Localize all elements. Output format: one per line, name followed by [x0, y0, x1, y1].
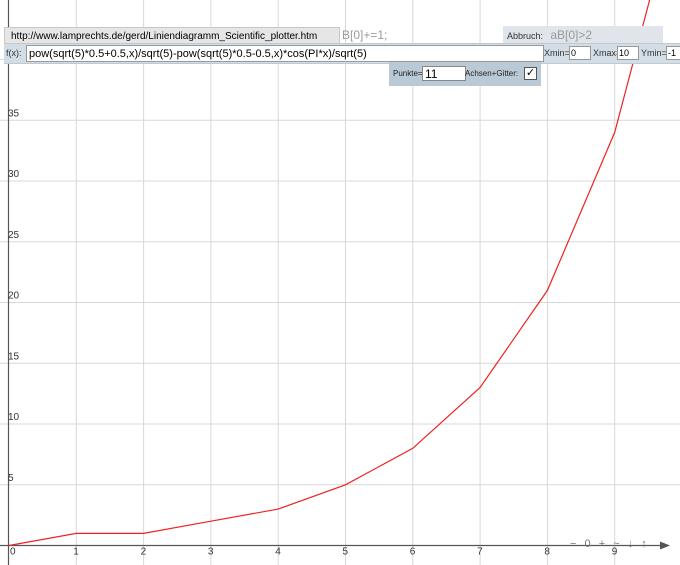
data-point	[277, 508, 279, 510]
y-tick-label: 10	[8, 412, 20, 423]
x-tick-label: 2	[141, 547, 147, 558]
data-point	[479, 387, 481, 389]
data-point	[345, 484, 347, 486]
settings-panel: Punkte= Achsen+Gitter: ✓	[389, 62, 541, 86]
series-line	[8, 0, 651, 547]
y-tick-label: 30	[8, 169, 20, 180]
data-points	[8, 0, 680, 547]
y-tick-label: 25	[8, 230, 20, 241]
abbruch-label: Abbruch:	[507, 31, 544, 41]
x-tick-label: 7	[477, 547, 483, 558]
aux-expression[interactable]: B[0]+=1;	[342, 26, 387, 44]
function-row: f(x): Xmin= Xmax= Ymin=	[4, 43, 680, 64]
zoom-tilde-button[interactable]: ~	[613, 538, 620, 550]
points-input[interactable]	[422, 66, 466, 81]
abbruch-value[interactable]: aB[0]>2	[546, 28, 592, 42]
xmin-input[interactable]	[569, 46, 591, 60]
y-tick-label: 15	[8, 351, 20, 362]
x-tick-label: 1	[73, 547, 79, 558]
zoom-in-button[interactable]: +	[599, 538, 606, 550]
data-point	[75, 532, 77, 534]
abbruch-field: Abbruch: aB[0]>2	[503, 26, 663, 44]
data-point	[143, 532, 145, 534]
axes-grid-checkbox[interactable]: ✓	[524, 67, 537, 80]
x-axis-arrow-icon	[660, 541, 670, 550]
nav-controls: − 0 + ~ ↓ ↑	[570, 538, 651, 550]
zoom-out-button[interactable]: −	[570, 538, 577, 550]
scroll-up-button[interactable]: ↑	[641, 538, 648, 550]
x-tick-label: 6	[410, 547, 416, 558]
function-input[interactable]	[26, 45, 544, 62]
xmax-input[interactable]	[617, 46, 639, 60]
points-label: Punkte=	[393, 69, 423, 78]
scroll-down-button[interactable]: ↓	[628, 538, 635, 550]
xmin-label: Xmin=	[544, 48, 570, 58]
axes-grid-label: Achsen+Gitter:	[465, 69, 519, 78]
ymin-input[interactable]	[666, 46, 680, 60]
x-tick-label: 3	[208, 547, 214, 558]
y-tick-label: 20	[8, 291, 20, 302]
x-tick-label: 0	[10, 547, 16, 558]
grid	[0, 0, 680, 565]
data-point	[546, 289, 548, 291]
x-tick-label: 8	[544, 547, 550, 558]
x-tick-label: 4	[275, 547, 281, 558]
data-point	[412, 447, 414, 449]
axes	[0, 0, 670, 565]
data-point	[614, 131, 616, 133]
plot-area[interactable]: 0123456789 51015202530354045	[0, 0, 680, 565]
ymin-label: Ymin=	[641, 48, 667, 58]
y-tick-label: 35	[8, 108, 20, 119]
x-tick-labels: 0123456789	[10, 547, 618, 558]
x-tick-label: 5	[343, 547, 349, 558]
data-point	[8, 545, 10, 547]
data-point	[210, 520, 212, 522]
y-tick-label: 5	[8, 473, 14, 484]
reset-zoom-button[interactable]: 0	[585, 538, 592, 550]
fx-label: f(x):	[6, 48, 22, 58]
